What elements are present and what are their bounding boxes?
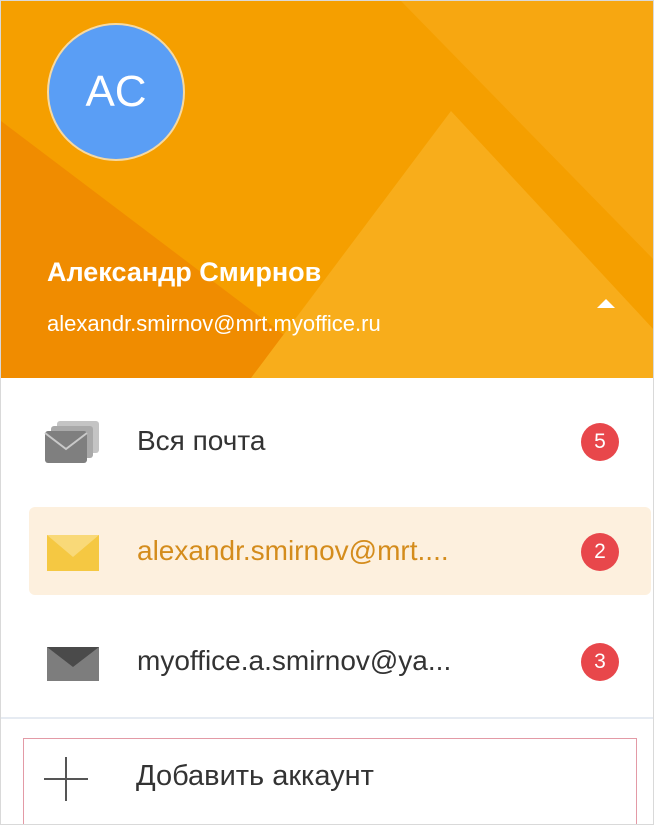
plus-icon	[44, 757, 88, 801]
account-item-mrt[interactable]: alexandr.smirnov@mrt.... 2	[29, 507, 651, 595]
mail-icon	[47, 647, 99, 681]
account-header: AC Александр Смирнов alexandr.smirnov@mr…	[1, 1, 653, 378]
mail-icon	[47, 535, 99, 571]
user-email: alexandr.smirnov@mrt.myoffice.ru	[47, 311, 381, 336]
add-account-button[interactable]: Добавить аккаунт	[23, 738, 637, 824]
unread-count-badge: 3	[581, 643, 619, 681]
unread-count-badge: 2	[581, 533, 619, 571]
unread-count-badge: 5	[581, 423, 619, 461]
divider	[1, 717, 653, 719]
account-item-label: Вся почта	[137, 425, 266, 456]
account-item-all-mail[interactable]: Вся почта 5	[29, 397, 651, 485]
add-account-label: Добавить аккаунт	[136, 760, 374, 792]
user-name: Александр Смирнов	[47, 257, 322, 287]
all-mail-icon	[44, 421, 99, 463]
account-item-label: alexandr.smirnov@mrt....	[137, 535, 449, 566]
account-drawer: AC Александр Смирнов alexandr.smirnov@mr…	[0, 0, 654, 825]
caret-up-icon[interactable]	[597, 299, 615, 308]
avatar[interactable]: AC	[47, 23, 185, 161]
account-item-label: myoffice.a.smirnov@ya...	[137, 645, 452, 676]
account-item-ya[interactable]: myoffice.a.smirnov@ya... 3	[29, 617, 651, 705]
avatar-initials: AC	[85, 67, 147, 116]
